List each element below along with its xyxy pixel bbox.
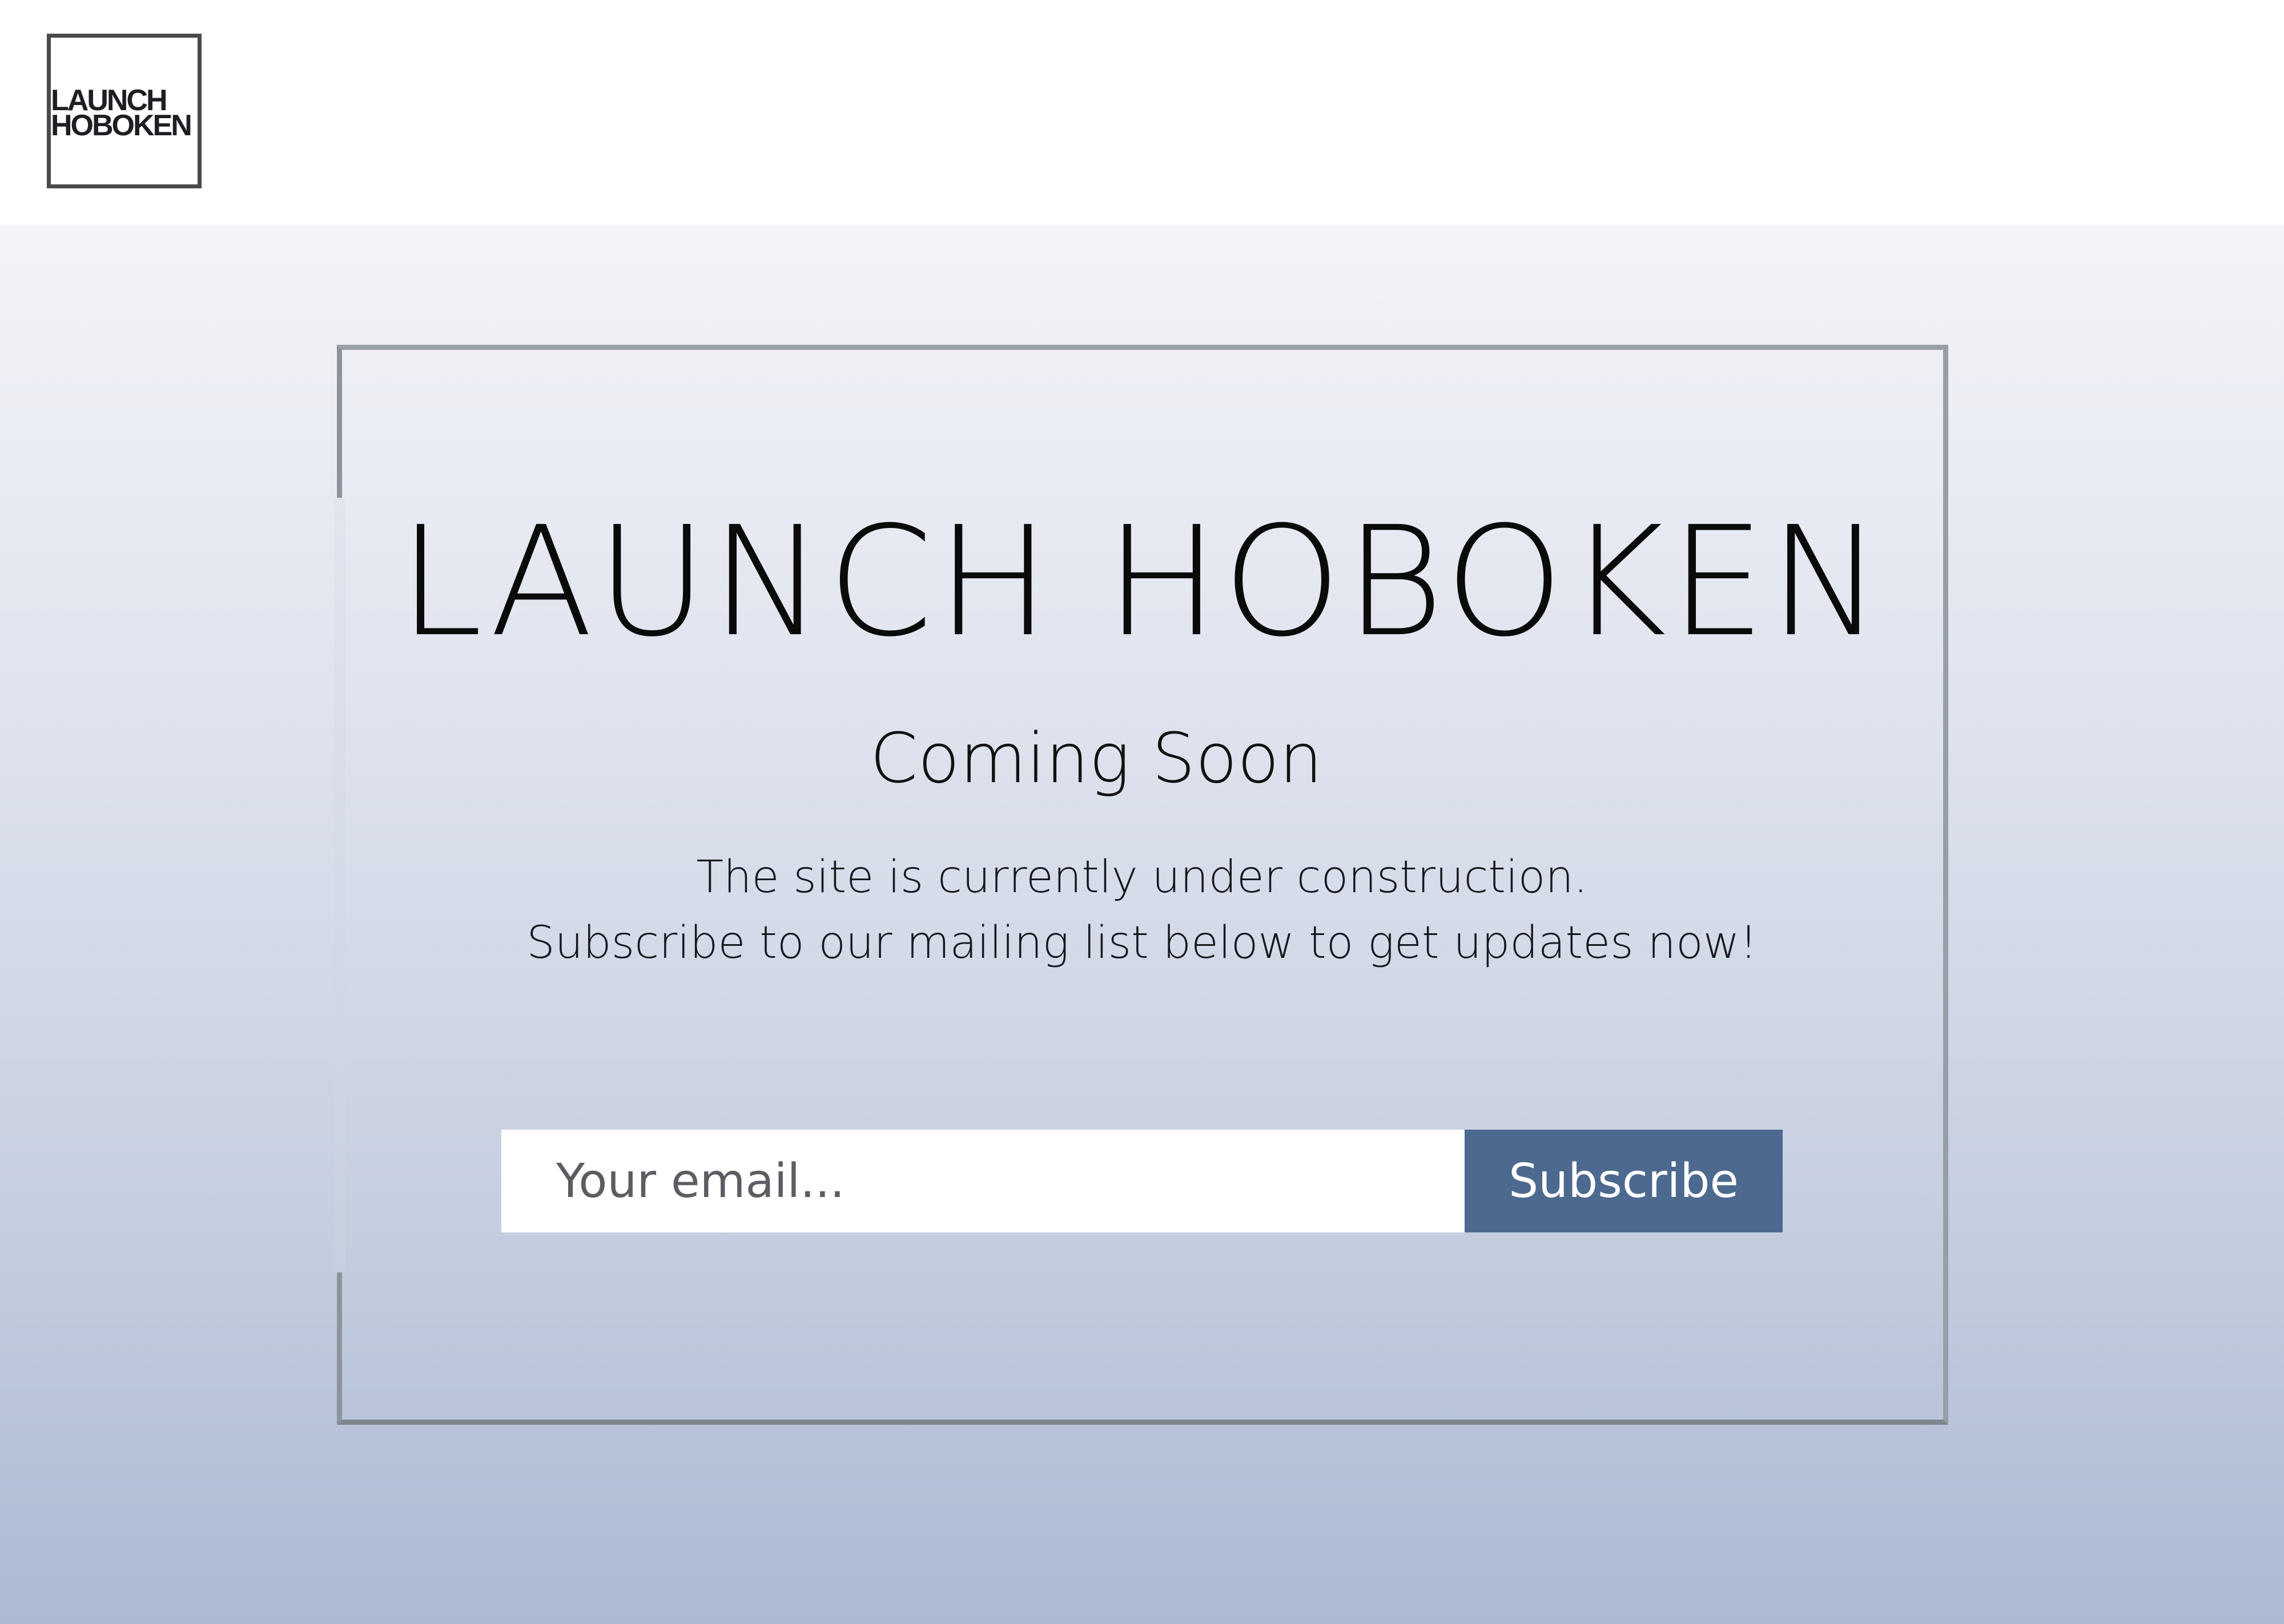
logo-wordmark: LAUNCH HOBOKEN <box>51 86 192 142</box>
subscribe-button[interactable]: Subscribe <box>1465 1130 1783 1232</box>
email-input[interactable] <box>501 1130 1465 1232</box>
description-line-2: Subscribe to our mailing list below to g… <box>526 917 1758 969</box>
coming-soon-subtitle: Coming Soon <box>870 719 1323 799</box>
description-line-1: The site is currently under construction… <box>696 852 1588 903</box>
construction-description: The site is currently under construction… <box>0 845 2284 976</box>
site-header: LAUNCH HOBOKEN <box>0 0 2284 225</box>
page-title: LAUNCH HOBOKEN <box>398 494 1886 670</box>
logo-line-2: HOBOKEN <box>51 109 192 142</box>
site-logo[interactable]: LAUNCH HOBOKEN <box>47 34 202 188</box>
